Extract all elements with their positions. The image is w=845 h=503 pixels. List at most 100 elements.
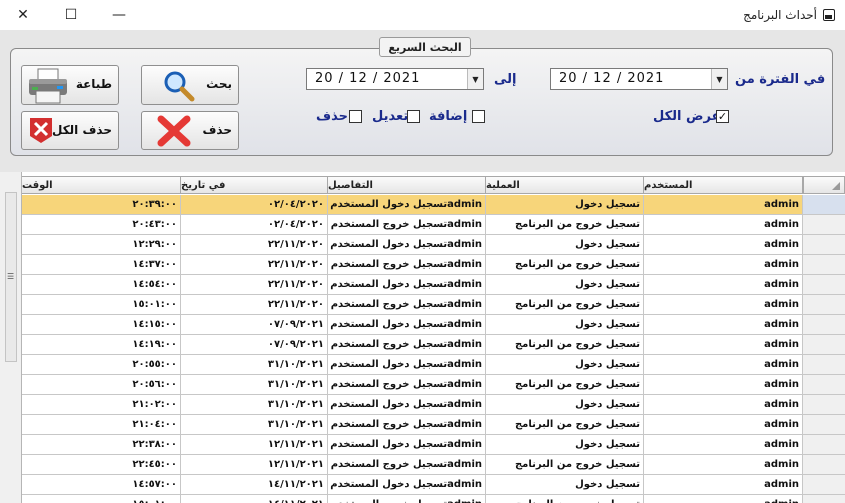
table-row[interactable]: admin تسجيل دخول تسجيل دخول المستخدمadmin ٢… [22, 275, 845, 295]
table-row[interactable]: adminتسجيل خروج من البرنامجتسجيل خروج ال… [22, 455, 845, 475]
cell-date[interactable]: ٢٢/١١/٢٠٢٠ [181, 235, 328, 255]
cell-time[interactable]: ٢٠:٥٦:٠٠ [22, 375, 181, 395]
cell-date[interactable]: ٠٧/٠٩/٢٠٢١ [181, 335, 328, 355]
cell-details[interactable]: تسجيل دخول المستخدمadmin [328, 435, 486, 455]
cell-user[interactable]: admin [644, 435, 803, 455]
cell-user[interactable]: admin [644, 275, 803, 295]
cell-time[interactable]: ١٢:٢٩:٠٠ [22, 235, 181, 255]
cell-date[interactable]: ١٤/١١/٢٠٢١ [181, 475, 328, 495]
cell-operation[interactable]: تسجيل دخول [486, 195, 644, 215]
edit-filter-checkbox[interactable] [407, 110, 420, 123]
cell-user[interactable]: admin [644, 335, 803, 355]
cell-user[interactable]: admin [644, 235, 803, 255]
cell-operation[interactable]: تسجيل خروج من البرنامج [486, 335, 644, 355]
cell-time[interactable]: ٢٠:٥٥:٠٠ [22, 355, 181, 375]
cell-operation[interactable]: تسجيل دخول [486, 355, 644, 375]
cell-date[interactable]: ٢٢/١١/٢٠٢٠ [181, 295, 328, 315]
column-header-date[interactable]: في تاريخ [181, 176, 328, 194]
cell-operation[interactable]: تسجيل دخول [486, 475, 644, 495]
cell-date[interactable]: ٢٢/١١/٢٠٢٠ [181, 275, 328, 295]
table-row[interactable]: adminتسجيل خروج من البرنامجتسجيل خروج ال… [22, 415, 845, 435]
cell-time[interactable]: ٢٠:٣٩:٠٠ [22, 195, 181, 215]
cell-details[interactable]: تسجيل خروج المستخدمadmin [328, 215, 486, 235]
cell-operation[interactable]: تسجيل دخول [486, 235, 644, 255]
row-header[interactable] [803, 495, 845, 503]
cell-details[interactable]: تسجيل دخول المستخدمadmin [328, 475, 486, 495]
cell-operation[interactable]: تسجيل دخول [486, 435, 644, 455]
row-header[interactable] [803, 335, 845, 355]
column-header-time[interactable]: الوقت [22, 176, 181, 194]
cell-time[interactable]: ١٥:٠١:٠٠ [22, 495, 181, 503]
table-row[interactable]: admin تسجيل دخول تسجيل دخول المستخدمadmin ٣… [22, 355, 845, 375]
cell-date[interactable]: ٣١/١٠/٢٠٢١ [181, 415, 328, 435]
cell-time[interactable]: ١٤:٥٤:٠٠ [22, 275, 181, 295]
cell-date[interactable]: ٣١/١٠/٢٠٢١ [181, 355, 328, 375]
row-header[interactable] [803, 415, 845, 435]
cell-date[interactable]: ٣١/١٠/٢٠٢١ [181, 375, 328, 395]
cell-time[interactable]: ٢١:٠٤:٠٠ [22, 415, 181, 435]
cell-details[interactable]: تسجيل خروج المستخدمadmin [328, 375, 486, 395]
delete-button[interactable]: حذف [141, 111, 239, 150]
delete-all-button[interactable]: حذف الكل [21, 111, 119, 150]
minimize-button[interactable]: — [96, 0, 142, 30]
cell-details[interactable]: تسجيل دخول المستخدمadmin [328, 235, 486, 255]
cell-operation[interactable]: تسجيل خروج من البرنامج [486, 495, 644, 503]
cell-date[interactable]: ٠٧/٠٩/٢٠٢١ [181, 315, 328, 335]
add-filter-checkbox[interactable] [472, 110, 485, 123]
maximize-button[interactable]: ☐ [48, 0, 94, 30]
cell-user[interactable]: admin [644, 295, 803, 315]
table-row[interactable]: adminتسجيل خروج من البرنامجتسجيل خروج ال… [22, 335, 845, 355]
cell-details[interactable]: تسجيل دخول المستخدمadmin [328, 355, 486, 375]
table-row[interactable]: adminتسجيل خروج من البرنامجتسجيل خروج ال… [22, 295, 845, 315]
cell-details[interactable]: تسجيل خروج المستخدمadmin [328, 335, 486, 355]
cell-user[interactable]: admin [644, 355, 803, 375]
row-header[interactable] [803, 355, 845, 375]
cell-details[interactable]: تسجيل خروج المستخدمadmin [328, 255, 486, 275]
cell-details[interactable]: تسجيل دخول المستخدمadmin [328, 275, 486, 295]
cell-operation[interactable]: تسجيل دخول [486, 395, 644, 415]
cell-operation[interactable]: تسجيل خروج من البرنامج [486, 215, 644, 235]
grid-corner-header[interactable] [803, 176, 845, 194]
cell-date[interactable]: ٣١/١٠/٢٠٢١ [181, 395, 328, 415]
cell-details[interactable]: تسجيل خروج المستخدمadmin [328, 295, 486, 315]
cell-user[interactable]: admin [644, 455, 803, 475]
cell-details[interactable]: تسجيل خروج المستخدمadmin [328, 495, 486, 503]
cell-details[interactable]: تسجيل دخول المستخدمadmin [328, 395, 486, 415]
cell-time[interactable]: ٢١:٠٢:٠٠ [22, 395, 181, 415]
events-grid[interactable]: ☰ الوقت في تاريخ التفاصيل العملية المستخ… [0, 172, 845, 503]
cell-operation[interactable]: تسجيل خروج من البرنامج [486, 415, 644, 435]
cell-time[interactable]: ١٤:٥٧:٠٠ [22, 475, 181, 495]
cell-date[interactable]: ٠٢/٠٤/٢٠٢٠ [181, 195, 328, 215]
cell-time[interactable]: ٢٢:٣٨:٠٠ [22, 435, 181, 455]
cell-user[interactable]: admin [644, 495, 803, 503]
table-row[interactable]: admin تسجيل دخول تسجيل دخول المستخدمadmin ١… [22, 475, 845, 495]
cell-user[interactable]: admin [644, 255, 803, 275]
row-header[interactable] [803, 195, 845, 215]
from-date-picker[interactable]: 20 / 12 / 2021 ▼ [550, 68, 728, 90]
cell-date[interactable]: ١٢/١١/٢٠٢١ [181, 455, 328, 475]
row-header[interactable] [803, 435, 845, 455]
print-button[interactable]: طباعة [21, 65, 119, 105]
table-row[interactable]: adminتسجيل خروج من البرنامجتسجيل خروج ال… [22, 215, 845, 235]
table-row[interactable]: admin تسجيل دخول تسجيل دخول المستخدمadmin ٠… [22, 195, 845, 215]
row-header[interactable] [803, 475, 845, 495]
cell-user[interactable]: admin [644, 415, 803, 435]
cell-time[interactable]: ١٥:٠١:٠٠ [22, 295, 181, 315]
table-row[interactable]: admin تسجيل دخول تسجيل دخول المستخدمadmin ٢… [22, 235, 845, 255]
cell-time[interactable]: ٢٢:٤٥:٠٠ [22, 455, 181, 475]
table-row[interactable]: admin تسجيل دخول تسجيل دخول المستخدمadmin ٠… [22, 315, 845, 335]
column-header-user[interactable]: المستخدم [644, 176, 803, 194]
cell-details[interactable]: تسجيل خروج المستخدمadmin [328, 455, 486, 475]
cell-operation[interactable]: تسجيل خروج من البرنامج [486, 255, 644, 275]
table-row[interactable]: adminتسجيل خروج من البرنامجتسجيل خروج ال… [22, 375, 845, 395]
row-header[interactable] [803, 455, 845, 475]
row-header[interactable] [803, 395, 845, 415]
delete-filter-checkbox[interactable] [349, 110, 362, 123]
row-header[interactable] [803, 295, 845, 315]
cell-time[interactable]: ١٤:١٩:٠٠ [22, 335, 181, 355]
row-header[interactable] [803, 235, 845, 255]
row-header[interactable] [803, 315, 845, 335]
cell-user[interactable]: admin [644, 195, 803, 215]
table-row[interactable]: admin تسجيل دخول تسجيل دخول المستخدمadmin ٣… [22, 395, 845, 415]
cell-date[interactable]: ١٢/١١/٢٠٢١ [181, 435, 328, 455]
